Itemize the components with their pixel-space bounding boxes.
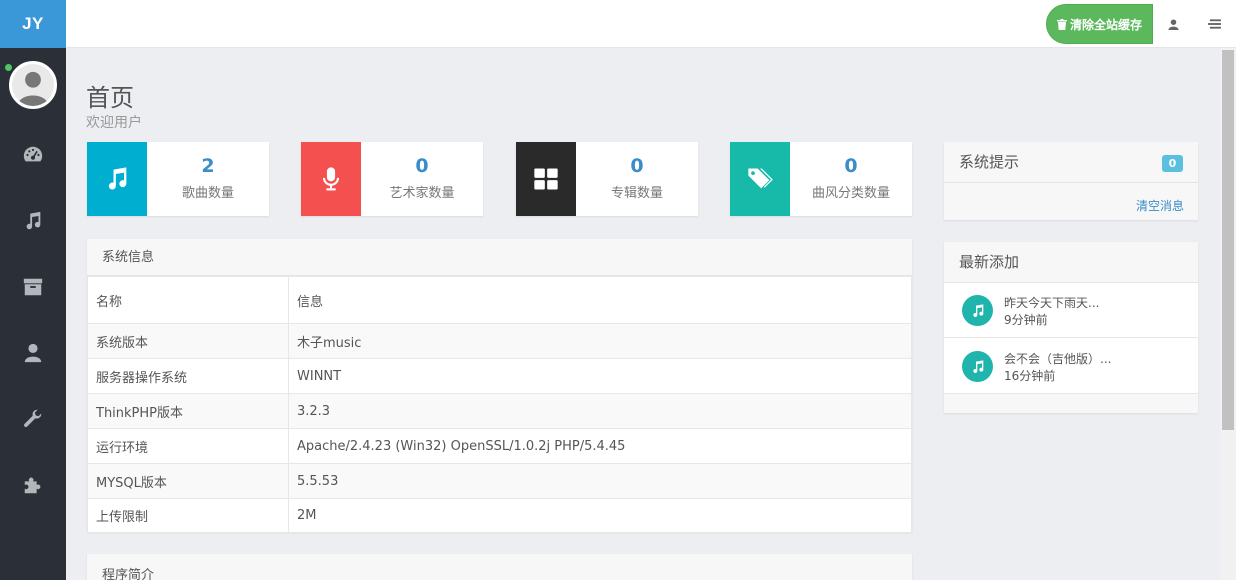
sidebar-item-music[interactable] (0, 188, 66, 254)
system-info-panel: 系统信息 名称 信息 系统版本 木子music 服务器操作系统 WINNT Th… (87, 239, 912, 533)
grid-icon (534, 168, 558, 190)
table-row: 运行环境 Apache/2.4.23 (Win32) OpenSSL/1.0.2… (87, 428, 912, 464)
table-cell: 2M (288, 498, 912, 533)
stat-value: 0 (415, 155, 429, 177)
table-cell: 运行环境 (87, 428, 289, 464)
table-row: ThinkPHP版本 3.2.3 (87, 393, 912, 429)
page-subtitle: 欢迎用户 (86, 115, 142, 131)
panel-footer (944, 394, 1198, 413)
archive-icon (23, 278, 43, 296)
menu-icon (1207, 19, 1221, 29)
stat-value: 0 (844, 155, 858, 177)
song-time: 16分钟前 (1004, 369, 1056, 383)
stat-card-songs[interactable]: 2 歌曲数量 (87, 142, 269, 216)
song-time: 9分钟前 (1004, 313, 1048, 327)
stat-label: 曲风分类数量 (811, 186, 890, 201)
clear-cache-label: 清除全站缓存 (1069, 17, 1142, 32)
user-avatar-icon (12, 64, 54, 106)
stat-label: 歌曲数量 (181, 186, 234, 201)
page-scrollbar[interactable] (1220, 48, 1236, 580)
stat-card-genres[interactable]: 0 曲风分类数量 (730, 142, 912, 216)
sidebar-item-users[interactable] (0, 320, 66, 386)
trash-icon (1056, 18, 1067, 30)
stat-card-albums[interactable]: 0 专辑数量 (516, 142, 698, 216)
table-cell: 上传限制 (87, 498, 289, 533)
panel-title: 系统提示 (959, 153, 1020, 171)
panel-title: 系统信息 (87, 239, 912, 276)
menu-toggle-button[interactable] (1204, 14, 1224, 34)
puzzle-icon (24, 477, 41, 494)
sidebar-item-albums[interactable] (0, 254, 66, 320)
music-icon (108, 167, 127, 190)
avatar[interactable] (9, 61, 57, 109)
table-cell: 系统版本 (87, 323, 289, 359)
tags-icon (748, 168, 773, 189)
user-icon (24, 343, 42, 363)
wrench-icon (24, 409, 42, 427)
clear-messages-link[interactable]: 清空消息 (1136, 197, 1184, 214)
sidebar-item-dashboard[interactable] (0, 122, 66, 188)
table-cell: 木子music (288, 323, 912, 359)
table-cell: MYSQL版本 (87, 463, 289, 499)
table-cell: 服务器操作系统 (87, 358, 289, 394)
table-cell: WINNT (288, 358, 912, 394)
main-content: 首页 欢迎用户 2 歌曲数量 0 艺术家数量 0 专辑数量 0 曲风分类数量 系… (66, 48, 1220, 580)
user-panel (0, 48, 66, 122)
stat-card-artists[interactable]: 0 艺术家数量 (301, 142, 483, 216)
stat-value: 0 (630, 155, 644, 177)
sidebar-item-plugins[interactable] (0, 452, 66, 518)
song-title: 昨天今天下雨天... (1004, 296, 1100, 310)
dashboard-icon (23, 146, 43, 162)
table-cell: 5.5.53 (288, 463, 912, 499)
user-menu-button[interactable] (1163, 14, 1183, 34)
table-cell: ThinkPHP版本 (87, 393, 289, 429)
page-title: 首页 (86, 84, 134, 112)
list-item[interactable]: 昨天今天下雨天... 9分钟前 (944, 283, 1198, 338)
sidebar: JY (0, 0, 66, 580)
music-icon (972, 303, 983, 317)
top-navbar: 清除全站缓存 (66, 0, 1236, 48)
table-header-row: 名称 信息 (87, 276, 912, 324)
table-row: 上传限制 2M (87, 498, 912, 533)
program-intro-panel: 程序简介 (87, 554, 912, 580)
song-title: 会不会（吉他版）... (1004, 352, 1112, 366)
music-icon (972, 359, 983, 373)
clear-cache-button[interactable]: 清除全站缓存 (1046, 4, 1153, 44)
online-status-indicator (5, 64, 12, 71)
panel-title: 最新添加 (944, 242, 1198, 283)
table-row: MYSQL版本 5.5.53 (87, 463, 912, 499)
list-item[interactable]: 会不会（吉他版）... 16分钟前 (944, 339, 1198, 394)
panel-title: 程序简介 (87, 554, 912, 580)
stat-label: 专辑数量 (610, 186, 663, 201)
stat-label: 艺术家数量 (389, 186, 455, 201)
table-cell: Apache/2.4.23 (Win32) OpenSSL/1.0.2j PHP… (288, 428, 912, 464)
scrollbar-thumb[interactable] (1222, 50, 1234, 430)
latest-additions-panel: 最新添加 昨天今天下雨天... 9分钟前 会不会（吉他版）... 16分钟前 (944, 242, 1198, 413)
system-info-table: 名称 信息 系统版本 木子music 服务器操作系统 WINNT ThinkPH… (87, 276, 912, 533)
user-icon (1167, 18, 1179, 30)
brand-logo[interactable]: JY (0, 0, 66, 48)
table-header: 信息 (288, 276, 912, 324)
table-row: 服务器操作系统 WINNT (87, 358, 912, 394)
table-cell: 3.2.3 (288, 393, 912, 429)
notice-count-badge: 0 (1162, 155, 1183, 172)
stat-value: 2 (201, 155, 215, 177)
microphone-icon (322, 167, 340, 191)
sidebar-item-settings[interactable] (0, 386, 66, 452)
table-row: 系统版本 木子music (87, 323, 912, 359)
table-header: 名称 (87, 276, 289, 324)
notices-panel: 系统提示 0 清空消息 (944, 142, 1198, 220)
music-icon (26, 211, 41, 230)
